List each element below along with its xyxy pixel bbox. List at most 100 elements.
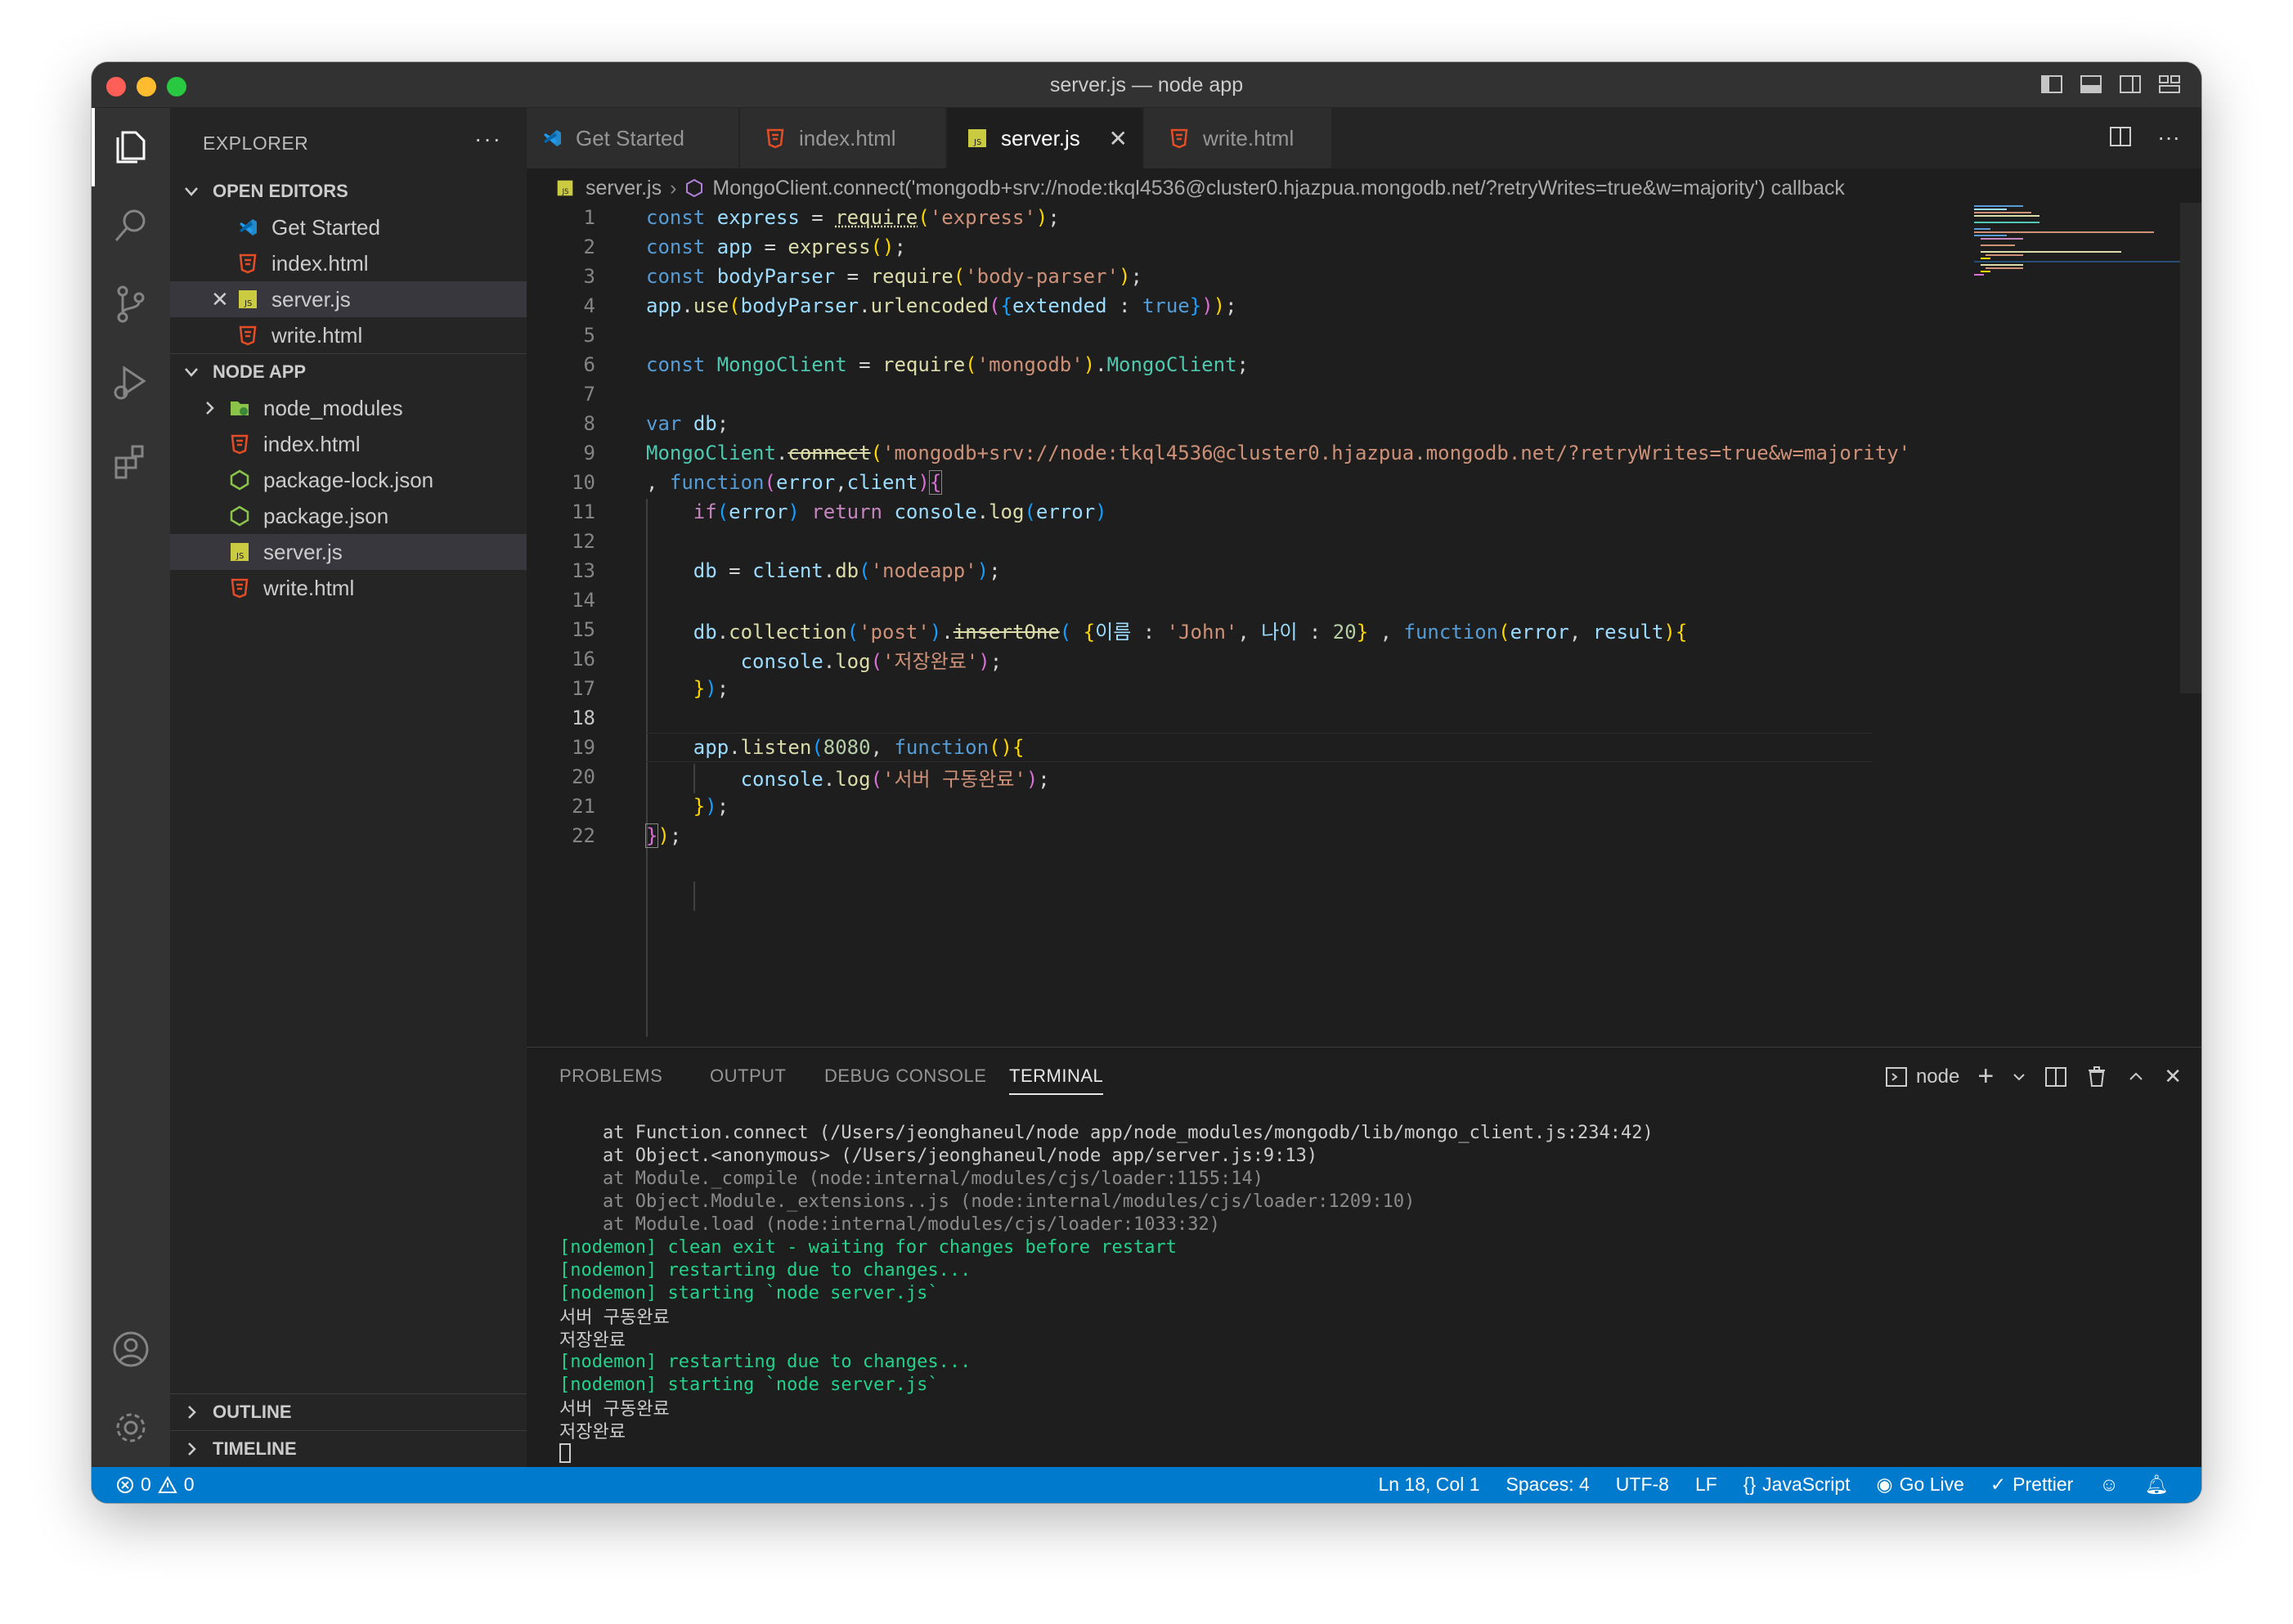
code-line: var db; [646,412,729,435]
tab-output[interactable]: OUTPUT [710,1065,786,1087]
line-number: 22 [572,824,595,847]
svg-text:JS: JS [973,138,981,147]
problems-status[interactable]: 0 0 [116,1474,195,1496]
terminal-output[interactable]: at Function.connect (/Users/jeonghaneul/… [559,1121,1654,1465]
error-count: 0 [141,1474,151,1495]
end-of-line[interactable]: LF [1695,1474,1717,1496]
code-line: }); [693,795,729,818]
file-tree-item[interactable]: index.html [170,426,527,462]
open-editor-item[interactable]: index.html [170,245,527,281]
tab-debug-console[interactable]: DEBUG CONSOLE [824,1065,986,1087]
tab-get-started[interactable]: Get Started [527,108,739,168]
chevron-right-icon [188,1442,196,1456]
js-icon: JS [237,289,258,310]
tab-label: Get Started [576,125,684,150]
tab-server-js[interactable]: JS server.js ✕ [947,108,1143,168]
editor-scrollbar[interactable] [2180,203,2201,693]
run-debug-activity[interactable] [92,343,170,422]
file-tree-item[interactable]: write.html [170,570,527,606]
breadcrumb-symbol[interactable]: MongoClient.connect('mongodb+srv://node:… [712,177,1845,200]
warning-count: 0 [183,1474,195,1495]
close-tab-icon[interactable]: ✕ [1109,125,1128,152]
terminal-line: [nodemon] restarting due to changes... [559,1259,971,1281]
line-number: 9 [583,442,595,464]
terminal-line: [nodemon] restarting due to changes... [559,1351,971,1372]
open-editor-item[interactable]: Get Started [170,209,527,245]
line-number: 19 [572,736,595,759]
tab-problems[interactable]: PROBLEMS [559,1065,662,1087]
search-icon [114,209,146,241]
toggle-panel-icon[interactable] [2079,72,2103,96]
broadcast-icon: ◉ [1876,1474,1893,1495]
line-number: 20 [572,765,595,788]
chevron-right-icon [206,402,214,415]
chevron-down-icon[interactable] [2012,1070,2026,1084]
code-line: MongoClient.connect('mongodb+srv://node:… [646,442,1911,464]
cursor-position[interactable]: Ln 18, Col 1 [1378,1474,1479,1496]
terminal-line: 저장완료 [559,1422,626,1442]
maximize-panel-icon[interactable] [2126,1067,2146,1087]
chevron-down-icon [185,368,198,377]
line-number: 2 [583,236,595,258]
line-number: 11 [572,500,595,523]
new-terminal-icon[interactable]: + [1977,1061,1994,1092]
svg-text:JS: JS [236,552,244,561]
open-editor-item[interactable]: write.html [170,317,527,353]
code-line: app.listen(8080, function(){ [693,736,1025,759]
folder-icon [229,397,250,419]
open-editors-section[interactable]: OPEN EDITORS [170,173,527,209]
terminal-line: at Object.Module._extensions..js (node:i… [559,1191,1416,1212]
line-number: 13 [572,559,595,582]
file-tree-item-selected[interactable]: JS server.js [170,534,527,570]
close-icon[interactable]: ✕ [211,287,237,312]
file-tree-item[interactable]: package.json [170,498,527,534]
manage-activity[interactable] [92,1388,170,1467]
toggle-secondary-sidebar-icon[interactable] [2118,72,2143,96]
outline-section[interactable]: OUTLINE [170,1394,527,1430]
go-live-button[interactable]: ◉ Go Live [1877,1474,1964,1496]
toggle-primary-sidebar-icon[interactable] [2039,72,2064,96]
terminal-selector[interactable]: node [1885,1065,1959,1088]
split-editor-icon[interactable] [2108,124,2133,149]
accounts-activity[interactable] [92,1310,170,1388]
file-tree-item[interactable]: package-lock.json [170,462,527,498]
node-icon [229,469,250,491]
feedback-icon[interactable]: ☺ [2099,1474,2118,1496]
close-panel-icon[interactable]: ✕ [2164,1064,2182,1089]
language-mode[interactable]: {} JavaScript [1743,1474,1851,1496]
terminal-line: at Module.load (node:internal/modules/cj… [559,1214,1220,1235]
source-control-activity[interactable] [92,265,170,343]
customize-layout-icon[interactable] [2157,72,2182,96]
breadcrumb-file[interactable]: server.js [586,177,662,200]
code-line: , function(error,client){ [646,470,943,495]
timeline-section[interactable]: TIMELINE [170,1431,527,1467]
extensions-activity[interactable] [92,422,170,500]
trash-icon[interactable] [2085,1065,2108,1088]
code-line: console.log('서버 구동완료'); [740,767,1050,791]
account-icon [113,1331,149,1367]
file-tree-label: package.json [263,503,389,528]
open-editor-item-active[interactable]: ✕ JS server.js [170,281,527,317]
warning-icon [158,1475,177,1493]
split-terminal-icon[interactable] [2044,1065,2067,1088]
file-tree-item-folder[interactable]: node_modules [170,390,527,426]
node-app-section[interactable]: NODE APP [170,354,527,390]
window-title: server.js — node app [1049,74,1244,96]
explorer-activity[interactable] [92,108,170,186]
code-line: }); [644,823,682,848]
explorer-more-button[interactable]: ··· [474,126,502,152]
open-editor-label: write.html [271,322,363,348]
more-actions-icon[interactable]: ··· [2157,124,2180,150]
vscode-icon [237,217,258,238]
search-activity[interactable] [92,186,170,265]
tab-terminal[interactable]: TERMINAL [1009,1065,1104,1095]
folder-label: NODE APP [213,361,307,382]
indentation[interactable]: Spaces: 4 [1505,1474,1589,1496]
tab-write-html[interactable]: write.html [1144,108,1332,168]
terminal-line: 서버 구동완료 [559,1399,670,1420]
encoding[interactable]: UTF-8 [1616,1474,1669,1496]
bell-icon[interactable]: 🔔︎ [2145,1474,2169,1496]
minimap[interactable] [1974,203,2187,285]
prettier-status[interactable]: ✓ Prettier [1990,1474,2073,1496]
tab-index-html[interactable]: index.html [740,108,946,168]
